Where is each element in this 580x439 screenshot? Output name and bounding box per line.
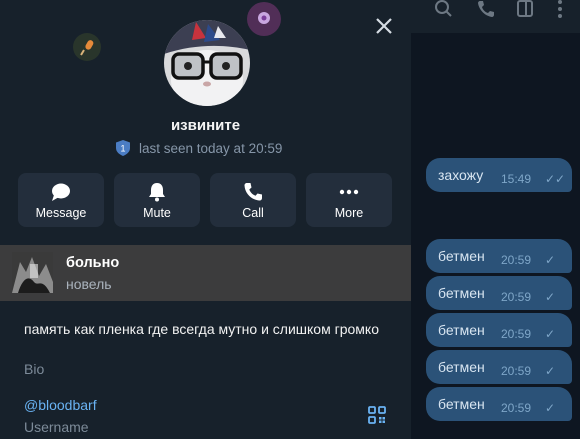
check-icon: ✓ <box>545 364 556 378</box>
more-vertical-icon[interactable] <box>550 0 570 18</box>
call-button[interactable]: Call <box>210 173 296 227</box>
message-time: 15:49 <box>501 172 532 186</box>
message-text: бетмен <box>438 359 485 375</box>
check-icon: ✓ <box>545 253 556 267</box>
message-bubble[interactable]: захожу 15:49 ✓✓ <box>426 158 572 192</box>
close-icon[interactable] <box>372 14 396 38</box>
phone-icon[interactable] <box>476 0 496 18</box>
search-icon[interactable] <box>434 0 454 18</box>
message-time: 20:59 <box>501 253 532 267</box>
last-seen-status: 1 last seen today at 20:59 <box>116 139 282 157</box>
profile-panel: извините 1 last seen today at 20:59 Mess… <box>0 0 411 439</box>
bio-text[interactable]: память как пленка где всегда мутно и сли… <box>24 319 384 339</box>
qr-code-icon[interactable] <box>368 406 386 424</box>
phone-icon <box>244 183 262 201</box>
message-text: бетмен <box>438 248 485 264</box>
gem-icon <box>247 2 281 36</box>
more-button[interactable]: More <box>306 173 392 227</box>
message-button-label: Message <box>35 206 87 220</box>
check-icon: ✓ <box>545 290 556 304</box>
username-label: Username <box>24 419 89 435</box>
chat-header <box>410 0 580 33</box>
message-text: бетмен <box>438 285 485 301</box>
channel-subtitle: новель <box>66 276 112 292</box>
username-link[interactable]: @bloodbarf <box>24 397 97 413</box>
message-bubble[interactable]: бетмен 20:59 ✓ <box>426 350 572 384</box>
double-check-icon: ✓✓ <box>545 172 566 186</box>
mute-button-label: Mute <box>143 206 171 220</box>
message-text: бетмен <box>438 322 485 338</box>
message-button[interactable]: Message <box>18 173 104 227</box>
close-button[interactable] <box>372 14 396 38</box>
svg-text:1: 1 <box>120 144 125 154</box>
check-icon: ✓ <box>545 327 556 341</box>
more-dots-icon <box>339 189 359 195</box>
message-bubble[interactable]: бетмен 20:59 ✓ <box>426 239 572 273</box>
message-time: 20:59 <box>501 364 532 378</box>
status-text: last seen today at 20:59 <box>139 140 283 156</box>
message-text: бетмен <box>438 396 485 412</box>
channel-title: больно <box>66 255 120 271</box>
personal-channel-row[interactable]: больно новель <box>0 245 411 301</box>
message-time: 20:59 <box>501 327 532 341</box>
message-time: 20:59 <box>501 290 532 304</box>
message-time: 20:59 <box>501 401 532 415</box>
message-bubble[interactable]: бетмен 20:59 ✓ <box>426 387 572 421</box>
message-text: захожу <box>438 167 484 183</box>
bell-icon <box>149 183 165 202</box>
ice-cream-icon <box>73 33 101 61</box>
call-button-label: Call <box>242 206 264 220</box>
profile-name: извините <box>170 117 241 134</box>
shield-icon: 1 <box>116 140 130 156</box>
check-icon: ✓ <box>545 401 556 415</box>
avatar[interactable] <box>164 20 250 106</box>
sidebar-toggle-icon[interactable] <box>516 0 536 18</box>
message-bubble[interactable]: бетмен 20:59 ✓ <box>426 276 572 310</box>
channel-thumbnail <box>12 252 53 293</box>
bio-label: Bio <box>24 361 45 377</box>
more-button-label: More <box>334 206 364 220</box>
mute-button[interactable]: Mute <box>114 173 200 227</box>
message-icon <box>52 183 70 201</box>
message-bubble[interactable]: бетмен 20:59 ✓ <box>426 313 572 347</box>
